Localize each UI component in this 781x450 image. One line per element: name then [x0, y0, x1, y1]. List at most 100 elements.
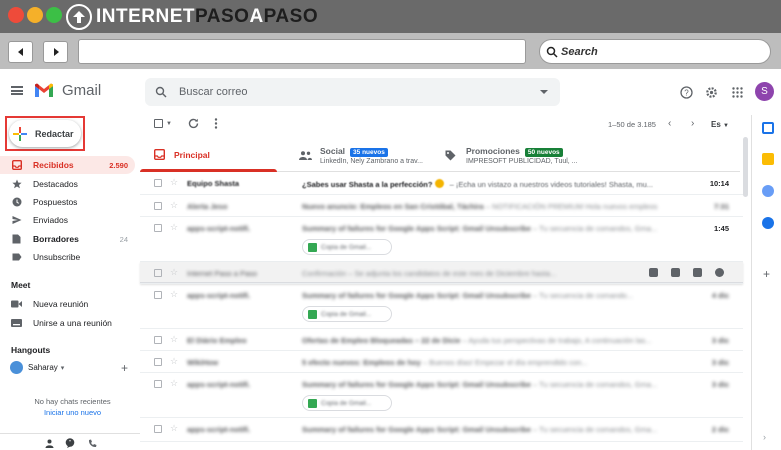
hangouts-user[interactable]: Saharay ▾: [10, 361, 64, 374]
mail-search-input[interactable]: Buscar correo: [145, 78, 560, 106]
tab-promociones[interactable]: Promociones 50 nuevos IMPRESOFT PUBLICIDA…: [432, 140, 592, 172]
chevron-left-icon[interactable]: ‹: [668, 118, 671, 129]
tasks-icon[interactable]: [762, 185, 774, 197]
search-options-icon[interactable]: [540, 90, 548, 94]
maximize-window-button[interactable]: [46, 7, 62, 23]
tab-label: Social: [320, 146, 346, 156]
row-checkbox[interactable]: [154, 224, 162, 232]
account-avatar[interactable]: S: [755, 82, 774, 101]
select-all-checkbox[interactable]: ▼: [154, 119, 172, 128]
main-menu-icon[interactable]: [11, 86, 23, 95]
email-row[interactable]: ☆ Internet Paso a Paso Confirmación – Se…: [140, 262, 743, 284]
email-subject: Summary of failures for Google Apps Scri…: [302, 291, 531, 300]
close-window-button[interactable]: [8, 7, 24, 23]
star-icon[interactable]: ☆: [170, 423, 178, 434]
email-row[interactable]: ☆ WikiHow 5 efecto nuevos: Empleos de ho…: [140, 351, 743, 373]
row-checkbox[interactable]: [154, 291, 162, 299]
chevron-right-icon[interactable]: ›: [763, 432, 766, 442]
compose-button[interactable]: Redactar: [9, 120, 81, 147]
plus-icon: [13, 126, 27, 141]
mail-toolbar: ▼ 1–50 de 3.185 ‹ › Es ▼: [140, 115, 751, 135]
star-icon[interactable]: ☆: [170, 200, 178, 211]
sidebar-item-unsubscribe[interactable]: Unsubscribe: [0, 248, 135, 266]
row-checkbox[interactable]: [154, 380, 162, 388]
email-row[interactable]: ☆ apps-script-notifi. Summary of failure…: [140, 418, 743, 442]
add-chat-icon[interactable]: +: [121, 361, 128, 375]
sidebar-item-pospuestos[interactable]: Pospuestos: [0, 193, 135, 211]
row-checkbox[interactable]: [154, 336, 162, 344]
back-button[interactable]: [8, 41, 33, 63]
star-icon[interactable]: ☆: [170, 378, 178, 389]
email-time: 1:45: [713, 224, 729, 233]
meet-new-meeting[interactable]: Nueva reunión: [0, 295, 135, 313]
phone-icon[interactable]: [87, 438, 97, 448]
calendar-icon[interactable]: [762, 122, 774, 134]
row-checkbox[interactable]: [154, 425, 162, 433]
gmail-logo[interactable]: Gmail: [34, 82, 101, 99]
email-row[interactable]: ☆ apps-script-notifi. Summary of failure…: [140, 217, 743, 262]
email-row[interactable]: ☆ apps-script-notifi. Summary of failure…: [140, 373, 743, 418]
browser-navbar: Search: [0, 33, 781, 69]
input-language-button[interactable]: Es ▼: [711, 120, 729, 129]
meet-join-meeting[interactable]: Unirse a una reunión: [0, 314, 135, 332]
email-row[interactable]: ☆ apps-script-notifi. Summary of failure…: [140, 284, 743, 329]
label-icon: [11, 252, 22, 263]
chat-bubble-icon[interactable]: ": [65, 438, 75, 448]
scrollbar[interactable]: [743, 137, 748, 197]
snooze-icon[interactable]: [715, 268, 724, 277]
star-icon[interactable]: ☆: [170, 267, 178, 278]
gmail-app-name: Gmail: [62, 82, 102, 99]
row-checkbox[interactable]: [154, 358, 162, 366]
apps-grid-icon[interactable]: [729, 84, 745, 100]
mark-read-icon[interactable]: [693, 268, 702, 277]
email-sender: WikiHow: [187, 358, 219, 367]
email-snippet: – Se adjunta los candidatos de este mes …: [346, 269, 557, 278]
browser-search-input[interactable]: Search: [539, 39, 771, 64]
compose-highlight: Redactar: [5, 116, 85, 151]
delete-icon[interactable]: [671, 268, 680, 277]
contacts-icon[interactable]: [762, 217, 774, 229]
help-icon[interactable]: ?: [678, 84, 694, 100]
star-icon[interactable]: ☆: [170, 356, 178, 367]
attachment-chip[interactable]: Copia de Gmail...: [302, 395, 392, 411]
sidebar-item-label: Borradores: [33, 234, 79, 244]
star-icon[interactable]: ☆: [170, 334, 178, 345]
tab-label: Promociones: [466, 146, 520, 156]
attachment-chip[interactable]: Copia de Gmail...: [302, 306, 392, 322]
attachment-chip[interactable]: Copia de Gmail...: [302, 239, 392, 255]
add-addon-icon[interactable]: +: [763, 267, 770, 281]
sidebar-item-enviados[interactable]: Enviados: [0, 211, 135, 229]
tab-subtitle: LinkedIn, Nely Zambrano a trav...: [320, 158, 423, 165]
tab-social[interactable]: Social 35 nuevos LinkedIn, Nely Zambrano …: [286, 140, 432, 172]
star-icon[interactable]: ☆: [170, 177, 178, 188]
email-snippet: – Tu secuencia de comandos, Gma...: [530, 425, 658, 434]
minimize-window-button[interactable]: [27, 7, 43, 23]
forward-button[interactable]: [43, 41, 68, 63]
star-icon[interactable]: ☆: [170, 289, 178, 300]
email-row[interactable]: ☆ Equipo Shasta ¿Sabes usar Shasta a la …: [140, 172, 743, 195]
refresh-icon[interactable]: [188, 118, 199, 129]
sidebar-item-recibidos[interactable]: Recibidos 2.590: [0, 156, 135, 174]
row-checkbox[interactable]: [154, 202, 162, 210]
sidebar-item-borradores[interactable]: Borradores 24: [0, 230, 135, 248]
arrow-left-icon: [17, 48, 23, 56]
chevron-down-icon[interactable]: ▼: [166, 121, 172, 127]
email-row[interactable]: ☆ El Diário Empleo Ofertas de Empleo Blo…: [140, 329, 743, 351]
sidebar-item-destacados[interactable]: Destacados: [0, 175, 135, 193]
row-checkbox[interactable]: [154, 179, 162, 187]
email-subject: Summary of failures for Google Apps Scri…: [302, 224, 531, 233]
more-options-icon[interactable]: [214, 118, 218, 129]
row-checkbox[interactable]: [154, 269, 162, 277]
start-new-chat-link[interactable]: Iniciar uno nuevo: [0, 408, 145, 417]
star-icon: [11, 179, 22, 190]
checkbox[interactable]: [154, 119, 163, 128]
tab-principal[interactable]: Principal: [140, 140, 286, 172]
archive-icon[interactable]: [649, 268, 658, 277]
chevron-right-icon[interactable]: ›: [691, 118, 694, 129]
keep-icon[interactable]: [762, 153, 774, 165]
person-icon[interactable]: [44, 438, 54, 448]
address-bar[interactable]: [78, 39, 526, 64]
email-row[interactable]: ☆ Alerta Jeso Nuevo anuncio: Empleos en …: [140, 195, 743, 217]
star-icon[interactable]: ☆: [170, 222, 178, 233]
gear-icon[interactable]: [703, 84, 719, 100]
